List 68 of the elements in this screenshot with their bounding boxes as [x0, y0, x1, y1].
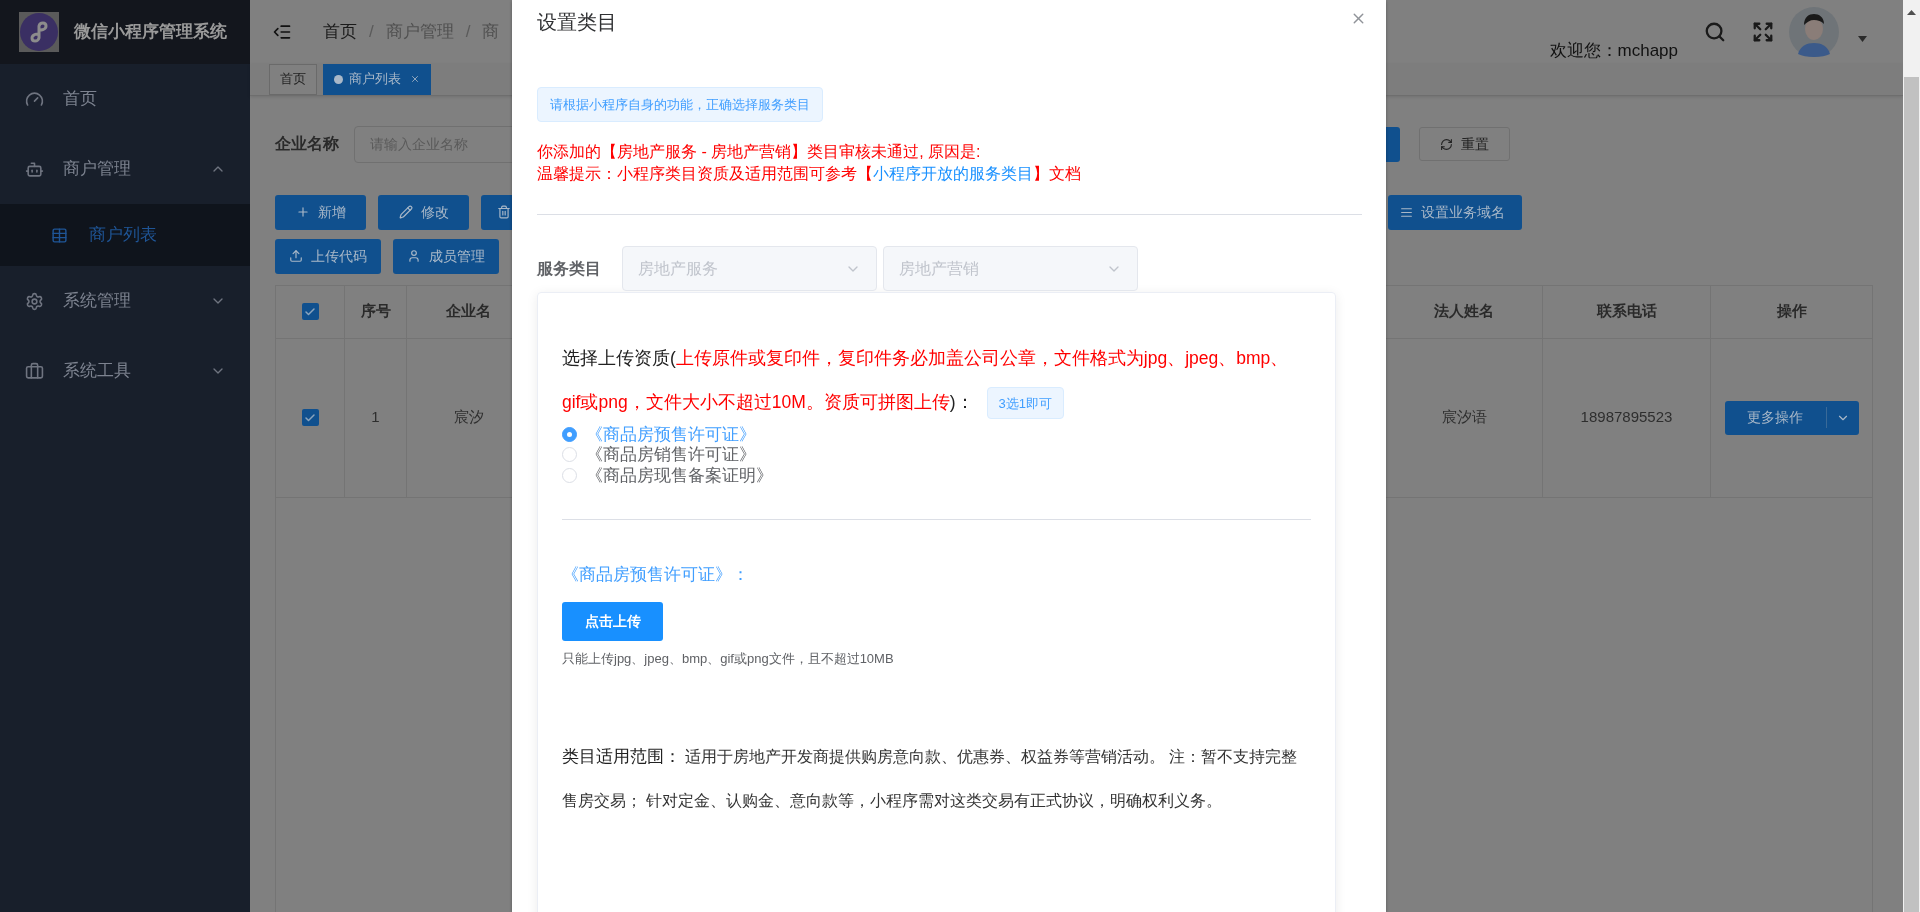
radio-option[interactable]: 《商品房预售许可证》: [562, 424, 1311, 445]
service-category-link[interactable]: 小程序开放的服务类目: [873, 165, 1033, 182]
page-tab[interactable]: 首页: [269, 63, 317, 95]
bot-icon: [25, 159, 44, 179]
table-icon: [51, 226, 68, 244]
column-header: 企业名: [446, 301, 491, 322]
upload-button[interactable]: 点击上传: [562, 601, 663, 641]
page-tab[interactable]: 商户列表: [323, 63, 431, 95]
scroll-up-icon[interactable]: [1907, 10, 1916, 15]
table-cell-text: 宸汐: [453, 407, 484, 428]
column-header: 序号: [360, 301, 391, 322]
list-icon: [1400, 205, 1413, 219]
upload-title: 《商品房预售许可证》：: [562, 563, 750, 586]
column-header: 联系电话: [1596, 301, 1657, 322]
gauge-icon: [25, 89, 44, 109]
menu-item[interactable]: 系统管理: [0, 266, 250, 336]
scope-description: 类目适用范围： 适用于房地产开发商提供购房意向款、优惠券、权益券等营销活动。 注：暂不支持完整售房交易； 针对定金、认购金、意向款等，小程序需对这类交易有正式协议，明确权利义务。: [562, 745, 1299, 811]
qualification-instructions: 选择上传资质(上传原件或复印件，复印件务必加盖公司公章，文件格式为jpg、jpeg、bmp、gif或png，文件大小不超过10M。资质可拼图上传)： 3选1即可: [562, 336, 1297, 424]
hint-message: 温馨提示：小程序类目资质及适用范围可参考【小程序开放的服务类目】文档: [537, 164, 1082, 184]
radio-option[interactable]: 《商品房销售许可证》: [562, 444, 1311, 465]
breadcrumb-separator: /: [465, 21, 471, 43]
field-label: 服务类目: [537, 258, 602, 279]
radio-option[interactable]: 《商品房现售备案证明》: [562, 465, 1311, 486]
menu-item[interactable]: 首页: [0, 64, 250, 134]
submenu-item[interactable]: 商户列表: [0, 204, 250, 266]
trash-icon: [497, 205, 511, 219]
menu-item[interactable]: 商户管理: [0, 134, 250, 204]
column-header: 操作: [1776, 301, 1807, 322]
toolbar-button[interactable]: 上传代码: [275, 238, 381, 274]
avatar[interactable]: [1789, 6, 1839, 57]
table-cell-text: 宸汐语: [1441, 407, 1487, 428]
toolbar-button[interactable]: 新增: [275, 194, 366, 230]
scrollbar-thumb[interactable]: [1904, 77, 1919, 912]
breadcrumb-separator: /: [369, 21, 374, 43]
toolbar-button[interactable]: 成员管理: [393, 238, 499, 274]
info-notice: 请根据小程序自身的功能，正确选择服务类目: [537, 87, 823, 122]
briefcase-icon: [25, 361, 44, 381]
welcome-text: 欢迎您：mchapp: [1549, 40, 1678, 62]
plus-icon: [295, 205, 310, 219]
refresh-icon: [1440, 137, 1453, 151]
fullscreen-icon[interactable]: [1752, 20, 1774, 43]
table-cell-text: 18987895523: [1580, 407, 1673, 428]
user-icon: [407, 249, 421, 263]
pencil-icon: [398, 205, 413, 219]
toolbar-button[interactable]: 设置业务域名: [1388, 194, 1522, 230]
menu-item[interactable]: 系统工具: [0, 336, 250, 406]
scrollbar[interactable]: [1903, 0, 1920, 912]
upload-hint: 只能上传jpg、jpeg、bmp、gif或png文件，且不超过10MB: [562, 649, 895, 668]
radio[interactable]: [562, 426, 577, 442]
more-actions-button[interactable]: 更多操作: [1724, 400, 1859, 435]
logo-icon: [19, 12, 59, 52]
checkbox[interactable]: [301, 409, 319, 426]
breadcrumb-item[interactable]: 首页: [323, 19, 357, 45]
upload-icon: [289, 249, 303, 263]
close-icon[interactable]: [410, 74, 420, 84]
dialog-title: 设置类目: [537, 10, 617, 35]
app-title: 微信小程序管理系统: [74, 21, 227, 44]
checkmark-icon: [304, 411, 316, 424]
column-header: 法人姓名: [1434, 301, 1494, 322]
field-label: 企业名称: [275, 134, 339, 154]
toolbar-button[interactable]: 修改: [378, 194, 469, 230]
settings-icon: [25, 291, 44, 311]
search-icon[interactable]: [1704, 20, 1726, 43]
reset-button[interactable]: 重置: [1419, 127, 1510, 161]
caret-down-icon[interactable]: [1858, 35, 1867, 42]
checkbox[interactable]: [301, 303, 319, 320]
checkmark-icon: [304, 305, 316, 318]
table-cell-text: 1: [371, 407, 380, 428]
